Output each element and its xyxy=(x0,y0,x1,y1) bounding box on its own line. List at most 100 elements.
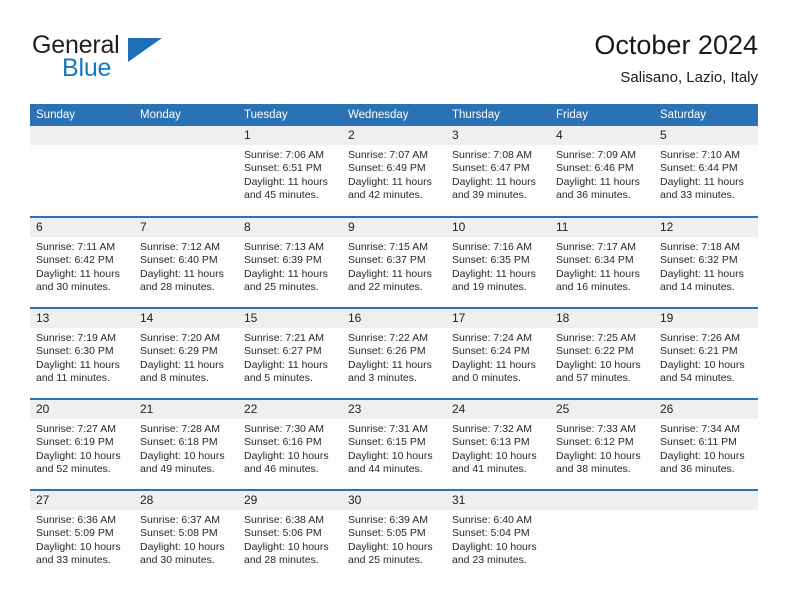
daylight-text: Daylight: 11 hours and 22 minutes. xyxy=(348,267,432,293)
sunset-text: Sunset: 6:51 PM xyxy=(244,162,322,175)
day-details: Sunrise: 7:09 AM Sunset: 6:46 PM Daylight:… xyxy=(550,145,654,202)
logo-text-blue: Blue xyxy=(62,54,112,82)
sunset-text: Sunset: 6:27 PM xyxy=(244,345,322,358)
day-details: Sunrise: 7:18 AM Sunset: 6:32 PM Daylight:… xyxy=(654,237,758,294)
calendar-day-cell[interactable]: 30 Sunrise: 6:39 AM Sunset: 5:05 PM Dayligh… xyxy=(342,489,446,581)
day-details: Sunrise: 7:11 AM Sunset: 6:42 PM Daylight:… xyxy=(30,237,134,294)
calendar-day-cell[interactable]: 9 Sunrise: 7:15 AM Sunset: 6:37 PM Daylight… xyxy=(342,216,446,308)
sunrise-text: Sunrise: 7:12 AM xyxy=(140,241,220,253)
calendar-day-cell[interactable]: 27 Sunrise: 6:36 AM Sunset: 5:09 PM Dayligh… xyxy=(30,489,134,581)
day-number: 31 xyxy=(446,491,550,510)
calendar-day-cell[interactable]: 17 Sunrise: 7:24 AM Sunset: 6:24 PM Dayligh… xyxy=(446,307,550,399)
day-details: Sunrise: 7:15 AM Sunset: 6:37 PM Daylight:… xyxy=(342,237,446,294)
daylight-text: Daylight: 11 hours and 16 minutes. xyxy=(556,267,640,293)
sunrise-text: Sunrise: 6:37 AM xyxy=(140,514,220,526)
day-number: 8 xyxy=(238,218,342,237)
calendar-day-cell[interactable]: 6 Sunrise: 7:11 AM Sunset: 6:42 PM Daylight… xyxy=(30,216,134,308)
sunrise-text: Sunrise: 7:16 AM xyxy=(452,241,532,253)
page-subtitle: Salisano, Lazio, Italy xyxy=(620,69,758,86)
day-number: 1 xyxy=(238,126,342,145)
sunset-text: Sunset: 6:22 PM xyxy=(556,345,634,358)
calendar-day-cell[interactable]: 25 Sunrise: 7:33 AM Sunset: 6:12 PM Dayligh… xyxy=(550,398,654,490)
calendar-day-cell[interactable]: 11 Sunrise: 7:17 AM Sunset: 6:34 PM Dayligh… xyxy=(550,216,654,308)
day-details: Sunrise: 6:36 AM Sunset: 5:09 PM Daylight:… xyxy=(30,510,134,567)
calendar-day-cell[interactable]: 13 Sunrise: 7:19 AM Sunset: 6:30 PM Dayligh… xyxy=(30,307,134,399)
calendar-day-cell[interactable]: 10 Sunrise: 7:16 AM Sunset: 6:35 PM Dayligh… xyxy=(446,216,550,308)
sunrise-text: Sunrise: 7:27 AM xyxy=(36,423,116,435)
daylight-text: Daylight: 10 hours and 49 minutes. xyxy=(140,449,225,475)
day-number: 9 xyxy=(342,218,446,237)
calendar-empty-cell xyxy=(654,489,758,581)
weekday-header-tuesday: Tuesday xyxy=(238,104,342,126)
day-number: 5 xyxy=(654,126,758,145)
weekday-header-friday: Friday xyxy=(550,104,654,126)
daylight-text: Daylight: 10 hours and 30 minutes. xyxy=(140,540,225,566)
daylight-text: Daylight: 11 hours and 8 minutes. xyxy=(140,358,224,384)
day-number: 13 xyxy=(30,309,134,328)
day-details: Sunrise: 7:26 AM Sunset: 6:21 PM Daylight:… xyxy=(654,328,758,385)
daylight-text: Daylight: 11 hours and 28 minutes. xyxy=(140,267,224,293)
sunrise-text: Sunrise: 6:39 AM xyxy=(348,514,428,526)
day-details: Sunrise: 7:25 AM Sunset: 6:22 PM Daylight:… xyxy=(550,328,654,385)
sunset-text: Sunset: 6:16 PM xyxy=(244,436,322,449)
daylight-text: Daylight: 11 hours and 0 minutes. xyxy=(452,358,536,384)
day-details: Sunrise: 7:16 AM Sunset: 6:35 PM Daylight:… xyxy=(446,237,550,294)
calendar-day-cell[interactable]: 4 Sunrise: 7:09 AM Sunset: 6:46 PM Daylight… xyxy=(550,126,654,217)
calendar-day-cell[interactable]: 22 Sunrise: 7:30 AM Sunset: 6:16 PM Dayligh… xyxy=(238,398,342,490)
calendar-day-cell[interactable]: 15 Sunrise: 7:21 AM Sunset: 6:27 PM Dayligh… xyxy=(238,307,342,399)
day-details: Sunrise: 7:28 AM Sunset: 6:18 PM Daylight:… xyxy=(134,419,238,476)
weekday-header-wednesday: Wednesday xyxy=(342,104,446,126)
day-details: Sunrise: 7:08 AM Sunset: 6:47 PM Daylight:… xyxy=(446,145,550,202)
sunrise-text: Sunrise: 7:09 AM xyxy=(556,149,636,161)
calendar-day-cell[interactable]: 19 Sunrise: 7:26 AM Sunset: 6:21 PM Dayligh… xyxy=(654,307,758,399)
sunset-text: Sunset: 6:26 PM xyxy=(348,345,426,358)
day-details: Sunrise: 7:33 AM Sunset: 6:12 PM Daylight:… xyxy=(550,419,654,476)
sunset-text: Sunset: 6:29 PM xyxy=(140,345,218,358)
day-details: Sunrise: 7:27 AM Sunset: 6:19 PM Daylight:… xyxy=(30,419,134,476)
daylight-text: Daylight: 11 hours and 33 minutes. xyxy=(660,175,744,201)
sunset-text: Sunset: 6:39 PM xyxy=(244,254,322,267)
weekday-header-row: Sunday Monday Tuesday Wednesday Thursday… xyxy=(30,104,758,126)
calendar-day-cell[interactable]: 23 Sunrise: 7:31 AM Sunset: 6:15 PM Dayligh… xyxy=(342,398,446,490)
calendar-day-cell[interactable]: 28 Sunrise: 6:37 AM Sunset: 5:08 PM Dayligh… xyxy=(134,489,238,581)
calendar-day-cell[interactable]: 5 Sunrise: 7:10 AM Sunset: 6:44 PM Daylight… xyxy=(654,126,758,217)
calendar-day-cell[interactable]: 31 Sunrise: 6:40 AM Sunset: 5:04 PM Dayligh… xyxy=(446,489,550,581)
calendar-day-cell[interactable]: 12 Sunrise: 7:18 AM Sunset: 6:32 PM Dayligh… xyxy=(654,216,758,308)
calendar-body: 1 Sunrise: 7:06 AM Sunset: 6:51 PM Daylight… xyxy=(30,126,758,581)
sunset-text: Sunset: 5:09 PM xyxy=(36,527,114,540)
calendar-day-cell[interactable]: 1 Sunrise: 7:06 AM Sunset: 6:51 PM Daylight… xyxy=(238,126,342,217)
calendar-day-cell[interactable]: 16 Sunrise: 7:22 AM Sunset: 6:26 PM Dayligh… xyxy=(342,307,446,399)
day-details: Sunrise: 7:22 AM Sunset: 6:26 PM Daylight:… xyxy=(342,328,446,385)
sunrise-text: Sunrise: 7:24 AM xyxy=(452,332,532,344)
weekday-header-sunday: Sunday xyxy=(30,104,134,126)
day-details: Sunrise: 7:30 AM Sunset: 6:16 PM Daylight:… xyxy=(238,419,342,476)
calendar-day-cell[interactable]: 20 Sunrise: 7:27 AM Sunset: 6:19 PM Dayligh… xyxy=(30,398,134,490)
calendar-day-cell[interactable]: 14 Sunrise: 7:20 AM Sunset: 6:29 PM Dayligh… xyxy=(134,307,238,399)
sunrise-text: Sunrise: 7:19 AM xyxy=(36,332,116,344)
general-blue-logo: General Blue xyxy=(32,33,262,83)
sunset-text: Sunset: 6:47 PM xyxy=(452,162,530,175)
sunrise-text: Sunrise: 7:20 AM xyxy=(140,332,220,344)
day-number: 21 xyxy=(134,400,238,419)
sunset-text: Sunset: 6:18 PM xyxy=(140,436,218,449)
day-number: 3 xyxy=(446,126,550,145)
calendar-empty-cell xyxy=(550,489,654,581)
daylight-text: Daylight: 10 hours and 33 minutes. xyxy=(36,540,121,566)
sunrise-text: Sunrise: 6:38 AM xyxy=(244,514,324,526)
calendar-day-cell[interactable]: 29 Sunrise: 6:38 AM Sunset: 5:06 PM Dayligh… xyxy=(238,489,342,581)
calendar-day-cell[interactable]: 3 Sunrise: 7:08 AM Sunset: 6:47 PM Daylight… xyxy=(446,126,550,217)
sunset-text: Sunset: 6:21 PM xyxy=(660,345,738,358)
calendar-day-cell[interactable]: 2 Sunrise: 7:07 AM Sunset: 6:49 PM Daylight… xyxy=(342,126,446,217)
sunset-text: Sunset: 6:19 PM xyxy=(36,436,114,449)
day-number: 10 xyxy=(446,218,550,237)
day-details: Sunrise: 7:06 AM Sunset: 6:51 PM Daylight:… xyxy=(238,145,342,202)
calendar-day-cell[interactable]: 26 Sunrise: 7:34 AM Sunset: 6:11 PM Dayligh… xyxy=(654,398,758,490)
day-details: Sunrise: 7:13 AM Sunset: 6:39 PM Daylight:… xyxy=(238,237,342,294)
calendar-day-cell[interactable]: 8 Sunrise: 7:13 AM Sunset: 6:39 PM Daylight… xyxy=(238,216,342,308)
day-number xyxy=(654,491,758,510)
calendar-day-cell[interactable]: 24 Sunrise: 7:32 AM Sunset: 6:13 PM Dayligh… xyxy=(446,398,550,490)
calendar-day-cell[interactable]: 18 Sunrise: 7:25 AM Sunset: 6:22 PM Dayligh… xyxy=(550,307,654,399)
calendar-day-cell[interactable]: 21 Sunrise: 7:28 AM Sunset: 6:18 PM Dayligh… xyxy=(134,398,238,490)
calendar-day-cell[interactable]: 7 Sunrise: 7:12 AM Sunset: 6:40 PM Daylight… xyxy=(134,216,238,308)
calendar-week-row: 20 Sunrise: 7:27 AM Sunset: 6:19 PM Dayligh… xyxy=(30,398,758,490)
